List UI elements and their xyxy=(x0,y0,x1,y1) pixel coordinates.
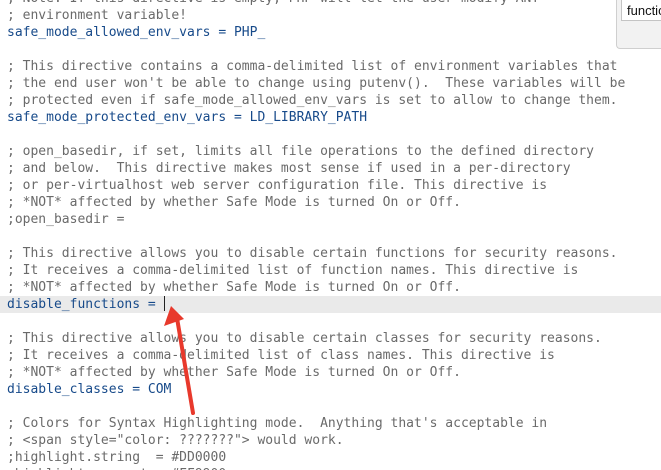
code-line[interactable]: ; open_basedir, if set, limits all file … xyxy=(7,143,661,160)
line-text: ; or per-virtualhost web server configur… xyxy=(7,178,548,193)
text-cursor xyxy=(163,296,165,311)
code-line[interactable]: ; and below. This directive makes most s… xyxy=(7,160,661,177)
blank-line[interactable] xyxy=(7,398,661,415)
code-line[interactable]: ; environment variable! xyxy=(7,7,661,24)
blank-line[interactable] xyxy=(7,313,661,330)
code-line[interactable]: ; or per-virtualhost web server configur… xyxy=(7,177,661,194)
code-line[interactable]: ; protected even if safe_mode_allowed_en… xyxy=(7,92,661,109)
code-line[interactable]: ; This directive allows you to disable c… xyxy=(7,330,661,347)
line-text: ; environment variable! xyxy=(7,8,188,23)
blank-line[interactable] xyxy=(7,228,661,245)
code-line[interactable]: ; It receives a comma-delimited list of … xyxy=(7,262,661,279)
code-editor[interactable]: ; Note: If this directive is empty, PHP … xyxy=(0,0,661,470)
line-text: ; protected even if safe_mode_allowed_en… xyxy=(7,93,618,108)
line-text: safe_mode_allowed_env_vars = PHP_ xyxy=(7,25,266,40)
code-line[interactable]: ; It receives a comma-delimited list of … xyxy=(7,347,661,364)
code-line[interactable]: ; Colors for Syntax Highlighting mode. A… xyxy=(7,415,661,432)
line-text: ; *NOT* affected by whether Safe Mode is… xyxy=(7,365,461,380)
line-text: ; This directive allows you to disable c… xyxy=(7,246,618,261)
line-text: ; Note: If this directive is empty, PHP … xyxy=(7,0,539,6)
line-text: ; It receives a comma-delimited list of … xyxy=(7,263,579,278)
search-input[interactable]: functio xyxy=(621,0,661,21)
line-text: ;highlight.string = #DD0000 xyxy=(7,450,227,465)
code-line[interactable]: ;open_basedir = xyxy=(7,211,661,228)
code-line[interactable]: ;highlight.string = #DD0000 xyxy=(7,449,661,466)
line-text: ; This directive allows you to disable c… xyxy=(7,331,602,346)
code-line[interactable]: ; *NOT* affected by whether Safe Mode is… xyxy=(7,364,661,381)
code-line[interactable]: ; the end user won't be able to change u… xyxy=(7,75,661,92)
line-text: safe_mode_protected_env_vars = LD_LIBRAR… xyxy=(7,110,368,125)
line-text: ; *NOT* affected by whether Safe Mode is… xyxy=(7,280,461,295)
line-text: ; and below. This directive makes most s… xyxy=(7,161,571,176)
find-panel: functio xyxy=(616,0,661,49)
code-line[interactable]: safe_mode_allowed_env_vars = PHP_ xyxy=(7,24,661,41)
line-text: disable_functions = xyxy=(7,297,164,312)
line-text: ;open_basedir = xyxy=(7,212,125,227)
code-line[interactable]: safe_mode_protected_env_vars = LD_LIBRAR… xyxy=(7,109,661,126)
line-text: ; *NOT* affected by whether Safe Mode is… xyxy=(7,195,461,210)
line-text: ; open_basedir, if set, limits all file … xyxy=(7,144,594,159)
line-text: ; This directive contains a comma-delimi… xyxy=(7,59,618,74)
code-lines[interactable]: ; Note: If this directive is empty, PHP … xyxy=(0,0,661,470)
code-line[interactable]: ; <span style="color: ???????"> would wo… xyxy=(7,432,661,449)
line-text: ; <span style="color: ???????"> would wo… xyxy=(7,433,344,448)
code-line[interactable]: ; *NOT* affected by whether Safe Mode is… xyxy=(7,279,661,296)
line-text: ; It receives a comma-delimited list of … xyxy=(7,348,555,363)
code-line[interactable]: ; Note: If this directive is empty, PHP … xyxy=(7,0,661,7)
blank-line[interactable] xyxy=(7,126,661,143)
line-text: disable_classes = COM xyxy=(7,382,172,397)
line-text: ; the end user won't be able to change u… xyxy=(7,76,626,91)
code-line[interactable]: ; This directive allows you to disable c… xyxy=(7,245,661,262)
line-text: ; Colors for Syntax Highlighting mode. A… xyxy=(7,416,548,431)
code-line[interactable]: ; This directive contains a comma-delimi… xyxy=(7,58,661,75)
code-line[interactable]: disable_classes = COM xyxy=(7,381,661,398)
blank-line[interactable] xyxy=(7,41,661,58)
code-line[interactable]: ; *NOT* affected by whether Safe Mode is… xyxy=(7,194,661,211)
code-line[interactable]: ;highlight.comment = #FF9900 xyxy=(7,466,661,470)
current-line[interactable]: disable_functions = xyxy=(0,296,661,313)
